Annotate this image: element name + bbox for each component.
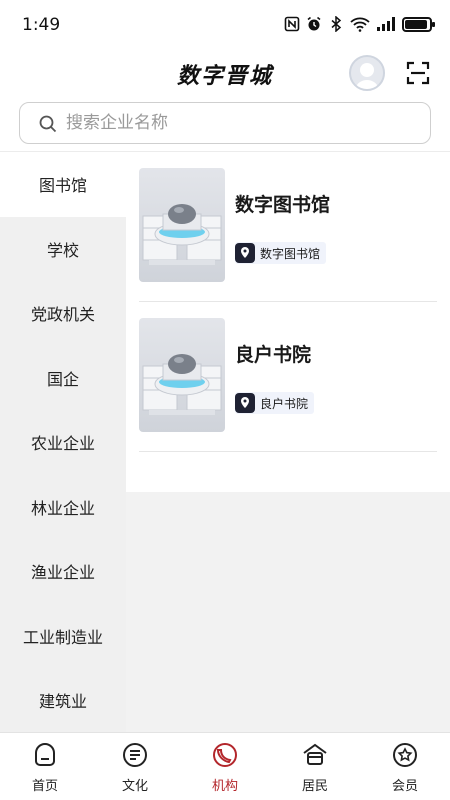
card-title: 良户书院 xyxy=(235,344,312,366)
sidebar-item-construction[interactable]: 建筑业 xyxy=(0,668,126,733)
tab-member[interactable]: 会员 xyxy=(360,733,450,800)
institution-list: 数字图书馆 数字图书馆 良户书院 良户书院 xyxy=(126,152,450,492)
tag-label: 数字图书馆 xyxy=(260,246,321,261)
list-item[interactable]: 良户书院 良户书院 xyxy=(139,302,437,452)
search-bar xyxy=(0,96,450,152)
tab-culture[interactable]: 文化 xyxy=(90,733,180,800)
sidebar-item-state-enterprise[interactable]: 国企 xyxy=(0,346,126,411)
tab-label: 机构 xyxy=(211,779,238,794)
sidebar-item-school[interactable]: 学校 xyxy=(0,217,126,282)
search-icon xyxy=(39,115,57,133)
category-sidebar: 图书馆 学校 党政机关 国企 农业企业 林业企业 渔业企业 工业制造业 建筑业 xyxy=(0,152,126,732)
sidebar-item-agriculture[interactable]: 农业企业 xyxy=(0,410,126,475)
battery-icon xyxy=(402,16,435,32)
tab-label: 会员 xyxy=(391,779,418,794)
status-icons xyxy=(284,16,435,32)
location-pin-icon xyxy=(235,243,255,263)
tab-label: 首页 xyxy=(31,779,58,794)
search-input[interactable] xyxy=(66,103,416,142)
bottom-tab-bar: 首页 文化 机构 居民 会员 xyxy=(0,732,450,800)
library-building-image xyxy=(139,168,225,282)
sidebar-item-library[interactable]: 图书馆 xyxy=(0,152,126,217)
institution-icon xyxy=(213,743,237,767)
sidebar-item-forestry[interactable]: 林业企业 xyxy=(0,475,126,540)
library-building-image xyxy=(139,318,225,432)
sidebar-item-manufacturing[interactable]: 工业制造业 xyxy=(0,604,126,669)
sidebar-item-government[interactable]: 党政机关 xyxy=(0,281,126,346)
list-item[interactable]: 数字图书馆 数字图书馆 xyxy=(139,152,437,302)
tab-home[interactable]: 首页 xyxy=(0,733,90,800)
search-box[interactable] xyxy=(19,102,431,144)
status-time: 1:49 xyxy=(22,15,61,35)
sidebar-item-fishery[interactable]: 渔业企业 xyxy=(0,539,126,604)
avatar[interactable] xyxy=(349,55,385,91)
wifi-icon xyxy=(350,17,370,32)
alarm-icon xyxy=(307,16,321,31)
tab-institution[interactable]: 机构 xyxy=(180,733,270,800)
tag-label: 良户书院 xyxy=(260,396,309,411)
location-tag: 数字图书馆 xyxy=(235,242,327,264)
tab-label: 文化 xyxy=(121,779,148,794)
battery-level xyxy=(405,19,427,29)
tab-label: 居民 xyxy=(301,779,328,794)
member-icon xyxy=(393,743,417,767)
card-title: 数字图书馆 xyxy=(235,194,331,216)
signal-icon xyxy=(377,17,395,31)
resident-icon xyxy=(303,743,327,765)
scan-icon[interactable] xyxy=(405,60,431,86)
tab-resident[interactable]: 居民 xyxy=(270,733,360,800)
status-bar: 1:49 xyxy=(0,0,450,50)
app-header: 数字晋城 xyxy=(0,50,450,96)
location-pin-icon xyxy=(235,393,255,413)
location-tag: 良户书院 xyxy=(235,392,315,414)
nfc-icon xyxy=(284,16,300,32)
culture-icon xyxy=(123,743,147,767)
home-icon xyxy=(35,743,55,766)
bluetooth-icon xyxy=(331,16,342,32)
